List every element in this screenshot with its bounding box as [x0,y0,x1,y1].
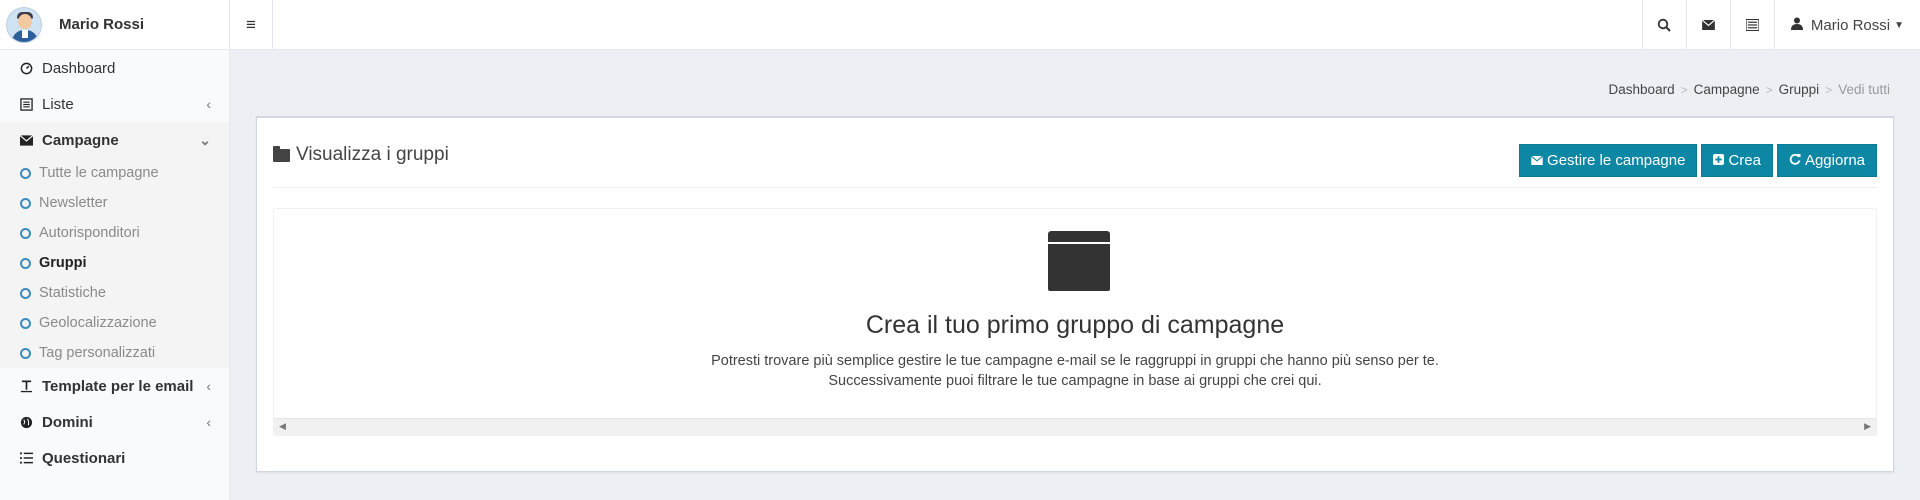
create-button[interactable]: Crea [1701,144,1773,177]
empty-state-line-1: Potresti trovare più semplice gestire le… [711,353,1439,369]
submenu-item-gruppi[interactable]: Gruppi [0,248,229,278]
submenu-label: Statistiche [39,285,106,301]
submenu-item-tag[interactable]: Tag personalizzati [0,338,229,368]
circle-icon [20,317,31,329]
submenu-label: Newsletter [39,195,108,211]
breadcrumb-separator: > [1765,82,1773,97]
sidebar-user-name: Mario Rossi [59,16,145,33]
circle-icon [20,227,31,239]
submenu-item-newsletter[interactable]: Newsletter [0,188,229,218]
box-actions: Gestire le campagne Crea Aggiorna [1519,144,1877,177]
breadcrumb-link-campagne[interactable]: Campagne [1694,82,1760,97]
circle-icon [20,287,31,299]
menu-icon: ≡ [246,15,256,34]
page-title-text: Visualizza i gruppi [296,144,449,165]
circle-icon [20,167,31,179]
user-panel: Mario Rossi [0,0,229,50]
submenu-label: Tag personalizzati [39,345,156,361]
circle-icon [20,197,31,209]
list-ul-icon [18,450,34,466]
sidebar-item-campagne[interactable]: Campagne ⌄ [0,122,229,158]
sidebar-item-liste[interactable]: Liste ‹ [0,86,229,122]
chevron-left-icon: ‹ [206,96,211,112]
refresh-button[interactable]: Aggiorna [1776,144,1877,177]
dashboard-icon [18,60,34,76]
list-icon [18,96,34,112]
sidebar-item-label: Questionari [42,449,126,467]
submenu-label: Autorisponditori [39,225,140,241]
breadcrumb-separator: > [1680,82,1688,97]
plus-square-icon [1713,153,1725,168]
sidebar-item-label: Domini [42,413,93,431]
circle-icon [20,347,31,359]
submenu-item-autorisponditori[interactable]: Autorisponditori [0,218,229,248]
sidebar-menu: Dashboard Liste ‹ Campagne ⌄ [0,50,229,158]
caret-down-icon: ▼ [1894,19,1904,31]
sidebar-item-questionari[interactable]: Questionari [0,440,229,476]
submenu-item-tutte[interactable]: Tutte le campagne [0,158,229,188]
breadcrumb-link-gruppi[interactable]: Gruppi [1779,82,1820,97]
breadcrumb-separator: > [1825,82,1833,97]
sidebar: Mario Rossi Dashboard Liste ‹ Campagne ⌄… [0,0,230,500]
sidebar-item-label: Template per le email [42,377,194,395]
envelope-icon [1701,20,1715,30]
breadcrumb-current: Vedi tutti [1838,82,1890,97]
button-label: Gestire le campagne [1547,152,1686,169]
sidebar-menu-lower: Template per le email ‹ Domini ‹ Questio… [0,368,229,476]
chevron-down-icon: ⌄ [199,131,211,148]
scroll-left-icon[interactable]: ◀ [279,421,286,432]
empty-state-line-2: Successivamente puoi filtrare le tue cam… [828,373,1322,389]
chevron-left-icon: ‹ [206,378,211,394]
sidebar-item-label: Campagne [42,131,119,149]
scroll-right-icon[interactable]: ▶ [1864,421,1871,432]
search-button[interactable] [1641,0,1686,50]
user-menu-dropdown[interactable]: Mario Rossi ▼ [1773,0,1920,50]
chevron-left-icon: ‹ [206,414,211,430]
sidebar-item-label: Liste [42,95,74,113]
button-label: Crea [1728,152,1761,169]
manage-campaigns-button[interactable]: Gestire le campagne [1519,144,1698,177]
messages-button[interactable] [1685,0,1730,50]
navbar-right: Mario Rossi ▼ [1641,0,1920,50]
groups-box: Visualizza i gruppi Gestire le campagne … [256,116,1894,472]
submenu-item-geolocalizzazione[interactable]: Geolocalizzazione [0,308,229,338]
submenu-item-statistiche[interactable]: Statistiche [0,278,229,308]
globe-icon [18,414,34,430]
horizontal-scrollbar[interactable]: ◀ ▶ [274,418,1876,435]
empty-state-title: Crea il tuo primo gruppo di campagne [865,311,1285,339]
sidebar-item-dashboard[interactable]: Dashboard [0,50,229,86]
breadcrumb: Dashboard > Campagne > Gruppi > Vedi tut… [1609,82,1890,97]
header-user-name: Mario Rossi [1810,16,1891,34]
folder-icon [273,145,290,162]
top-navbar: ≡ Mario Rossi ▼ [230,0,1920,50]
box-header: Visualizza i gruppi Gestire le campagne … [273,118,1877,188]
folder-icon [1048,231,1110,291]
submenu-label: Tutte le campagne [39,165,159,181]
menu-toggle-button[interactable]: ≡ [230,0,273,50]
envelope-icon [1530,153,1544,168]
circle-icon [20,257,31,269]
avatar [6,6,42,43]
list-icon [1745,19,1759,31]
sidebar-item-template[interactable]: Template per le email ‹ [0,368,229,404]
lists-button[interactable] [1729,0,1774,50]
submenu-label: Gruppi [39,255,87,271]
refresh-icon [1789,153,1801,168]
breadcrumb-link-dashboard[interactable]: Dashboard [1609,82,1675,97]
search-icon [1658,18,1672,32]
user-icon [1790,17,1803,33]
page-title: Visualizza i gruppi [273,144,449,166]
empty-state-description: Potresti trovare più semplice gestire le… [274,351,1876,391]
sidebar-item-domini[interactable]: Domini ‹ [0,404,229,440]
empty-state: Crea il tuo primo gruppo di campagne Pot… [273,208,1877,436]
campagne-submenu: Tutte le campagne Newsletter Autorispond… [0,158,229,368]
submenu-label: Geolocalizzazione [39,315,157,331]
button-label: Aggiorna [1804,152,1865,169]
envelope-icon [18,132,34,148]
sidebar-item-label: Dashboard [42,59,116,77]
text-icon [18,378,34,394]
